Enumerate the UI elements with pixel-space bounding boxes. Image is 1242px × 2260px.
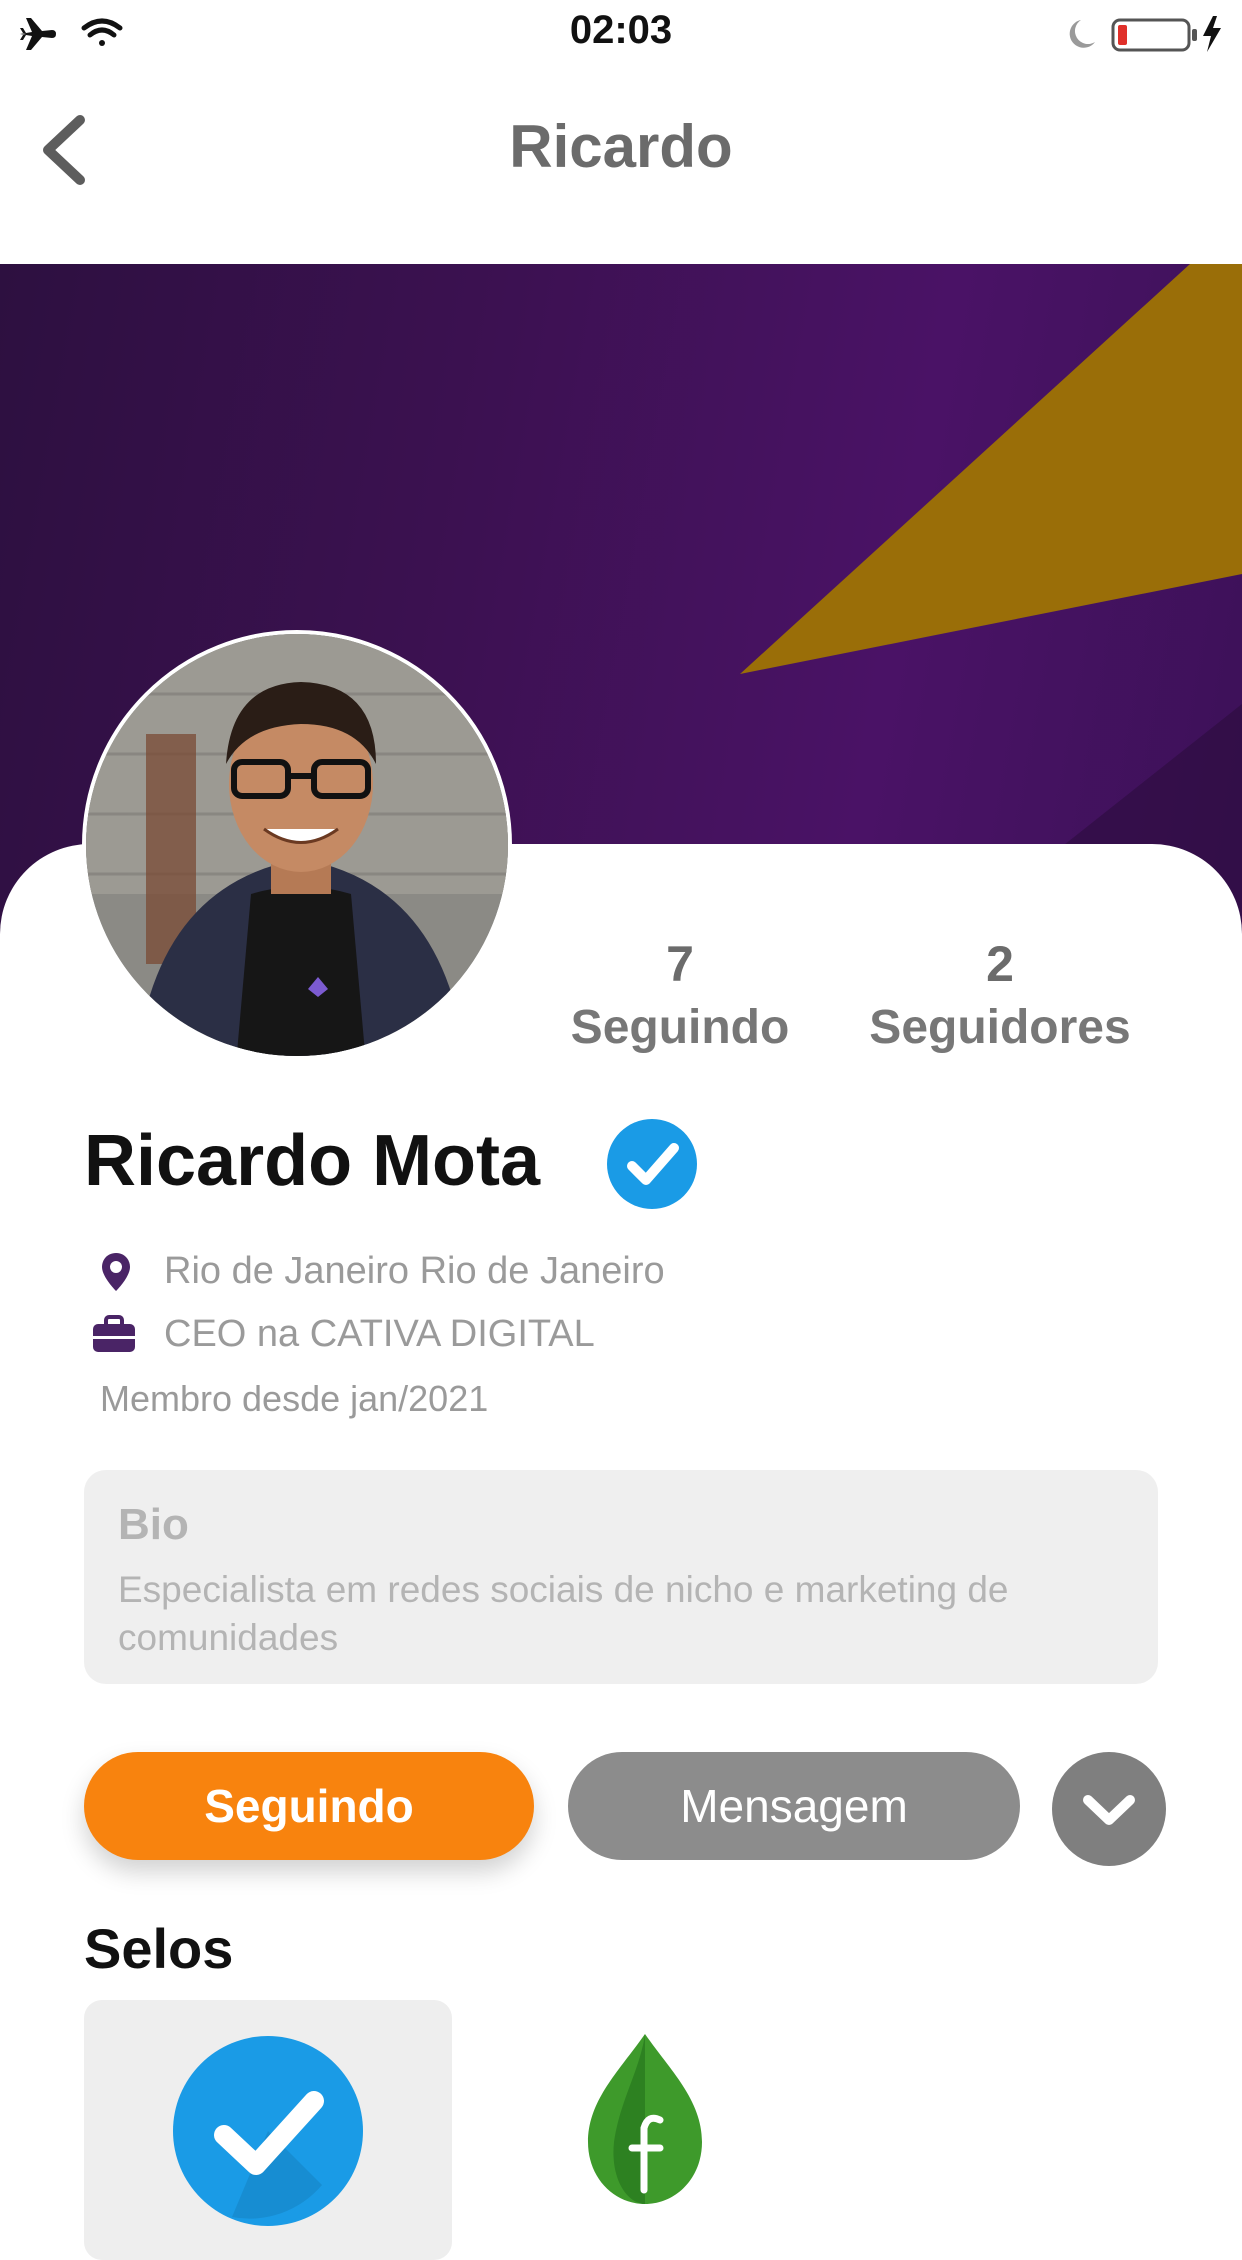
following-button[interactable]: Seguindo — [84, 1752, 534, 1860]
seals-title: Selos — [84, 1917, 234, 1980]
moon-icon — [1069, 20, 1095, 48]
more-options-button[interactable] — [1052, 1752, 1166, 1866]
location-pin-icon — [102, 1253, 130, 1291]
bio-box: Bio Especialista em redes sociais de nic… — [84, 1470, 1158, 1684]
location-text: Rio de Janeiro Rio de Janeiro — [164, 1250, 665, 1292]
seal-card-verified[interactable] — [84, 2000, 452, 2260]
job-text: CEO na CATIVA DIGITAL — [164, 1313, 595, 1355]
followers-count[interactable]: 2 — [880, 935, 1120, 993]
verified-seal-icon — [173, 2036, 363, 2226]
avatar — [82, 630, 512, 1060]
bio-title: Bio — [118, 1500, 189, 1549]
verified-badge-icon — [607, 1119, 697, 1209]
bio-text: Especialista em redes sociais de nicho e… — [118, 1569, 1009, 1658]
leaf-seal-icon[interactable] — [580, 2030, 710, 2208]
following-count[interactable]: 7 — [560, 935, 800, 993]
battery-icon — [1111, 18, 1197, 52]
chevron-down-icon — [1083, 1795, 1135, 1825]
battery-status-icons — [1069, 16, 1221, 52]
member-since: Membro desde jan/2021 — [100, 1378, 489, 1419]
message-button[interactable]: Mensagem — [568, 1752, 1020, 1860]
cover-accent-triangle — [740, 264, 1242, 674]
charging-icon — [1203, 16, 1221, 52]
page-title: Ricardo — [509, 113, 733, 180]
status-bar: 02:03 — [0, 0, 1242, 70]
avatar-photo — [86, 634, 508, 1056]
briefcase-icon — [93, 1315, 135, 1352]
following-label[interactable]: Seguindo — [540, 1000, 820, 1055]
followers-label[interactable]: Seguidores — [850, 1000, 1150, 1055]
profile-name: Ricardo Mota — [84, 1121, 541, 1201]
